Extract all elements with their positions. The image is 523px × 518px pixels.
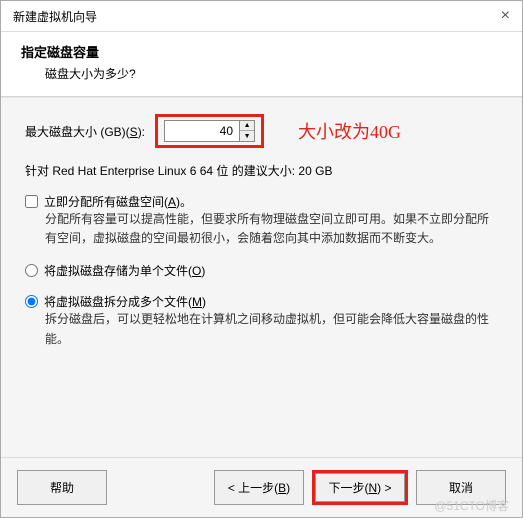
allocate-label: 立即分配所有磁盘空间(A)。 [44, 193, 192, 210]
page-subheading: 磁盘大小为多少? [21, 65, 502, 82]
content-area: 最大磁盘大小 (GB)(S): ▲ ▼ 大小改为40G 针对 Red Hat E… [1, 98, 522, 457]
titlebar: 新建虚拟机向导 × [1, 1, 522, 32]
wizard-dialog: 新建虚拟机向导 × 指定磁盘容量 磁盘大小为多少? 最大磁盘大小 (GB)(S)… [0, 0, 523, 518]
disk-size-label: 最大磁盘大小 (GB)(S): [25, 123, 145, 140]
next-button-highlight: 下一步(N) > [312, 470, 408, 505]
disk-size-row: 最大磁盘大小 (GB)(S): ▲ ▼ 大小改为40G [25, 114, 498, 148]
disk-size-highlight: ▲ ▼ [155, 114, 264, 148]
disk-size-spinner: ▲ ▼ [164, 120, 255, 142]
single-file-label: 将虚拟磁盘存储为单个文件(O) [44, 262, 205, 279]
page-heading: 指定磁盘容量 [21, 42, 502, 61]
multi-file-description: 拆分磁盘后，可以更轻松地在计算机之间移动虚拟机，但可能会降低大容量磁盘的性能。 [25, 310, 498, 348]
spinner-down-icon[interactable]: ▼ [240, 131, 254, 141]
window-title: 新建虚拟机向导 [13, 8, 97, 25]
spinner-buttons: ▲ ▼ [239, 121, 254, 141]
multi-file-radio[interactable] [25, 295, 38, 308]
header: 指定磁盘容量 磁盘大小为多少? [1, 32, 522, 96]
next-button[interactable]: 下一步(N) > [315, 473, 405, 502]
help-button[interactable]: 帮助 [17, 470, 107, 505]
annotation-text: 大小改为40G [298, 118, 401, 144]
recommendation-text: 针对 Red Hat Enterprise Linux 6 64 位 的建议大小… [25, 162, 498, 179]
single-file-row: 将虚拟磁盘存储为单个文件(O) [25, 262, 498, 279]
allocate-description: 分配所有容量可以提高性能，但要求所有物理磁盘空间立即可用。如果不立即分配所有空间… [25, 210, 498, 248]
watermark: @51CTO博客 [434, 497, 509, 514]
multi-file-label: 将虚拟磁盘拆分成多个文件(M) [44, 293, 206, 310]
allocate-section: 立即分配所有磁盘空间(A)。 分配所有容量可以提高性能，但要求所有物理磁盘空间立… [25, 193, 498, 248]
allocate-checkbox[interactable] [25, 195, 38, 208]
single-file-radio[interactable] [25, 264, 38, 277]
back-button[interactable]: < 上一步(B) [214, 470, 304, 505]
disk-size-input[interactable] [165, 121, 239, 141]
spinner-up-icon[interactable]: ▲ [240, 121, 254, 131]
close-icon[interactable]: × [501, 7, 510, 25]
multi-file-row: 将虚拟磁盘拆分成多个文件(M) [25, 293, 498, 310]
multi-file-section: 将虚拟磁盘拆分成多个文件(M) 拆分磁盘后，可以更轻松地在计算机之间移动虚拟机，… [25, 293, 498, 348]
allocate-checkbox-row: 立即分配所有磁盘空间(A)。 [25, 193, 498, 210]
